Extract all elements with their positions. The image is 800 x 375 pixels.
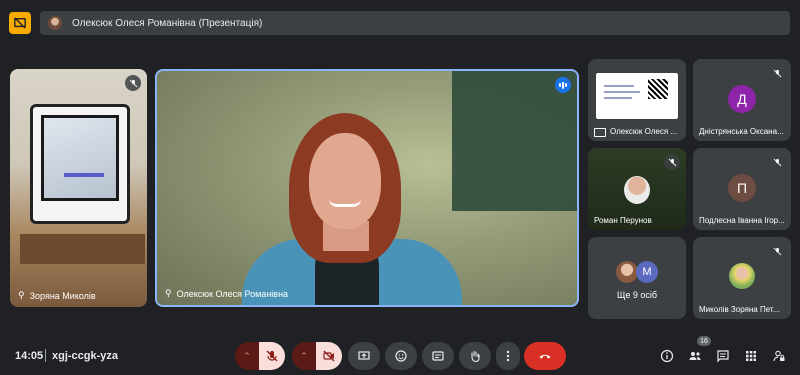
avatar [729,263,755,289]
participant-tile-podlesna[interactable]: П Подлесна Іванна Ігор... [693,148,791,230]
end-call-icon [539,354,551,359]
people-icon [689,352,701,360]
participant-name: Дністрянська Оксана... [699,127,784,136]
printer-bar [64,173,104,177]
participant-tile-dnistrianska[interactable]: Д Дністрянська Оксана... [693,59,791,141]
host-controls-button[interactable] [771,348,787,364]
meeting-details-button[interactable] [659,348,675,364]
participant-name: Олексюк Олеся Романівна [176,288,289,299]
meeting-code: xgj-ccgk-yza [52,350,119,362]
present-screen-icon [358,351,370,360]
speaker-face [309,133,381,229]
printer-window [41,115,119,201]
presentation-thumbnail [596,73,678,119]
more-vert-icon [506,350,510,362]
bottom-bar: 14:05 xgj-ccgk-yza ⌃ ⌃ [0,330,800,375]
participants-count-badge: 16 [697,336,711,346]
avatar: Д [728,85,756,113]
camera-control-group: ⌃ [292,342,342,370]
mic-off-icon [125,75,141,91]
info-icon [660,349,674,363]
mic-control-group: ⌃ [235,342,285,370]
pin-icon[interactable]: ⚲ [165,288,172,299]
participant-tile-mykoliv[interactable]: Миколів Зоряна Пет... [693,237,791,319]
mic-toggle-button[interactable] [259,342,285,370]
participant-tile-roman[interactable]: Роман Перунов [588,148,686,230]
raise-hand-button[interactable] [459,342,491,370]
slide-line [604,97,632,99]
present-screen-icon [594,128,606,137]
presentation-title: Олексюк Олеся Романівна (Презентація) [72,17,263,29]
qr-code [648,79,668,99]
lock-person-icon [773,350,785,362]
avatar: M [636,261,658,283]
avatar [624,176,650,204]
slide-line [604,85,634,87]
emoji-icon [395,350,407,362]
mic-off-icon [266,350,278,362]
hand-icon [471,350,480,363]
speaker-smile [329,199,361,207]
captions-button[interactable] [422,342,454,370]
top-bar: Олексюк Олеся Романівна (Презентація) [0,0,800,48]
mic-off-icon [769,243,785,259]
more-avatars: M [616,261,658,283]
present-screen-button[interactable] [348,342,380,370]
tile-name: ⚲ Зоряна Миколів [18,290,96,301]
presenter-avatar [48,16,62,30]
pin-icon[interactable]: ⚲ [18,290,25,301]
avatar: П [728,174,756,202]
tile-name: ⚲ Олексюк Олеся Романівна [165,288,288,299]
participant-name: Зоряна Миколів [29,290,96,301]
printer-image [30,104,130,224]
mic-off-icon [769,154,785,170]
speaking-indicator-icon [555,77,571,93]
leave-call-button[interactable] [524,342,566,370]
camera-toggle-button[interactable] [316,342,342,370]
participant-name: Роман Перунов [594,216,652,225]
camera-off-icon [323,350,335,362]
participant-name: Подлесна Іванна Ігор... [699,216,785,225]
mic-options-chevron-icon[interactable]: ⌃ [235,342,259,370]
printer-table [20,234,145,264]
participant-tile-main[interactable]: ⚲ Олексюк Олеся Романівна [155,69,579,307]
avatar [616,261,638,283]
participant-tile-zoryana[interactable]: ⚲ Зоряна Миколів [10,69,147,307]
more-options-button[interactable] [496,342,520,370]
chat-icon [717,350,729,363]
reactions-button[interactable] [385,342,417,370]
activities-button[interactable] [743,348,759,364]
clock: 14:05 [15,350,44,362]
presentation-indicator-icon[interactable] [9,12,31,34]
apps-grid-icon [746,351,756,361]
presentation-chip[interactable]: Олексюк Олеся Романівна (Презентація) [40,11,790,35]
more-participants-tile[interactable]: M Ще 9 осіб [588,237,686,319]
people-button[interactable] [687,348,703,364]
mic-off-icon [664,154,680,170]
participant-tile-presentation[interactable]: Олексюк Олеся ... [588,59,686,141]
captions-icon [432,351,444,361]
mic-off-icon [769,65,785,81]
chat-button[interactable] [715,348,731,364]
participant-name: Олексюк Олеся ... [610,127,678,136]
participant-name: Миколів Зоряна Пет... [699,305,780,314]
slide-line [604,91,640,93]
camera-options-chevron-icon[interactable]: ⌃ [292,342,316,370]
divider [45,349,46,362]
more-participants-label: Ще 9 осіб [616,290,658,300]
